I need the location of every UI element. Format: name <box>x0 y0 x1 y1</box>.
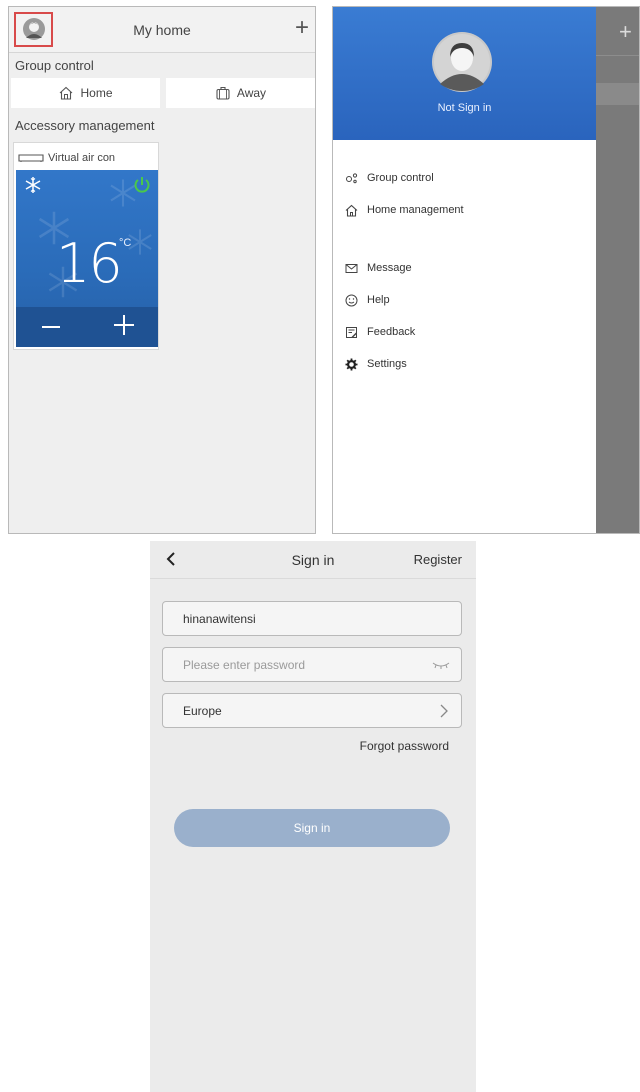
air-conditioner-icon <box>18 154 44 162</box>
register-link[interactable]: Register <box>414 552 462 567</box>
menu-item-message[interactable]: Message <box>345 258 412 278</box>
temperature-value: 16 <box>56 232 123 295</box>
suitcase-icon <box>216 86 230 100</box>
away-mode-label: Away <box>236 86 267 100</box>
group-control-heading: Group control <box>15 58 94 73</box>
home-mode-button[interactable]: Home <box>11 78 160 108</box>
drawer-screen: + Not Sign in Group control Home managem… <box>332 6 640 534</box>
username-field[interactable]: hinanawitensi <box>162 601 462 636</box>
power-icon[interactable] <box>132 175 152 195</box>
message-icon <box>345 263 358 273</box>
temperature-controls <box>16 307 158 347</box>
region-value: Europe <box>183 704 222 718</box>
help-icon <box>345 294 358 306</box>
house-icon <box>60 86 73 100</box>
background-divider <box>596 55 639 56</box>
menu-item-label: Feedback <box>367 326 416 338</box>
menu-item-label: Home management <box>367 204 464 216</box>
away-mode-button[interactable]: Away <box>166 78 315 108</box>
temperature-unit: °C <box>119 237 132 249</box>
eye-closed-icon[interactable] <box>431 660 451 670</box>
home-screen: My home + Group control Home Away Access… <box>8 6 316 534</box>
snowflake-icon[interactable] <box>24 176 42 194</box>
drawer-header: Not Sign in <box>333 7 596 140</box>
device-name: Virtual air con <box>48 152 116 164</box>
sign-in-header: Sign in Register <box>150 541 476 579</box>
avatar-icon[interactable] <box>432 32 492 92</box>
username-value: hinanawitensi <box>183 612 256 626</box>
region-selector[interactable]: Europe <box>162 693 462 728</box>
chevron-right-icon <box>440 704 448 718</box>
password-field[interactable]: Please enter password <box>162 647 462 682</box>
sign-in-button[interactable]: Sign in <box>174 809 450 847</box>
menu-item-feedback[interactable]: Feedback <box>345 322 415 342</box>
settings-icon <box>345 358 358 370</box>
menu-item-settings[interactable]: Settings <box>345 354 407 374</box>
menu-item-help[interactable]: Help <box>345 290 390 310</box>
page-title: My home <box>133 22 191 38</box>
device-name-row: Virtual air con <box>18 148 115 168</box>
device-control-panel: 16 °C <box>16 170 158 347</box>
password-placeholder: Please enter password <box>183 658 306 672</box>
menu-item-label: Help <box>367 294 390 306</box>
home-icon <box>345 204 358 217</box>
navigation-drawer: Not Sign in Group control Home managemen… <box>333 7 596 533</box>
sign-in-status[interactable]: Not Sign in <box>333 102 596 114</box>
forgot-password-link[interactable]: Forgot password <box>360 739 449 753</box>
menu-item-label: Message <box>367 262 412 274</box>
feedback-icon <box>346 326 357 338</box>
menu-item-group-control[interactable]: Group control <box>345 168 434 188</box>
group-control-icon <box>346 172 358 183</box>
add-device-button[interactable]: + <box>295 16 309 40</box>
sign-in-screen: Sign in Register hinanawitensi Please en… <box>150 541 476 1092</box>
menu-item-home-management[interactable]: Home management <box>345 200 464 220</box>
accessory-heading: Accessory management <box>15 118 155 133</box>
home-mode-label: Home <box>80 86 113 100</box>
decrease-temperature-button[interactable] <box>42 326 60 328</box>
increase-temperature-button[interactable] <box>114 315 134 335</box>
background-add-icon: + <box>619 19 632 44</box>
menu-item-label: Group control <box>367 172 434 184</box>
home-header: My home + <box>9 7 315 53</box>
device-card[interactable]: Virtual air con 16 °C <box>13 142 159 350</box>
menu-item-label: Settings <box>367 358 407 370</box>
background-row <box>596 83 639 105</box>
